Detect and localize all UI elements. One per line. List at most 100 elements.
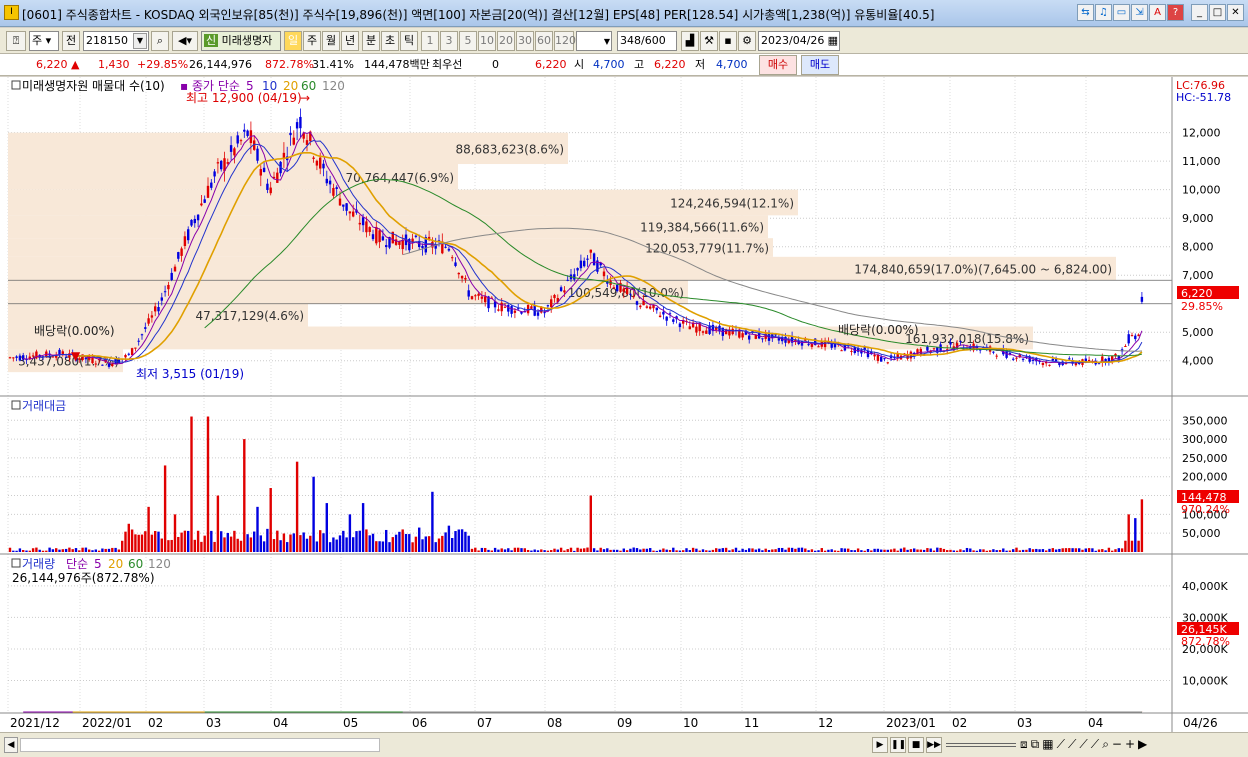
line-tool-3-icon[interactable]: ⟋ [1079, 737, 1087, 752]
chart-area[interactable]: 88,683,623(8.6%) 70,764,447(6.9%) 124,246,… [0, 77, 1248, 732]
market-select[interactable]: 주 ▾ [29, 31, 59, 51]
candle-body [167, 284, 170, 290]
magnifier-icon[interactable]: ⌕ [151, 31, 169, 51]
amount-bar [856, 548, 860, 552]
pane-menu-icon[interactable] [11, 558, 21, 568]
code-input[interactable]: 218150 ▼ [83, 31, 149, 51]
scroll-left-icon[interactable]: ◀ [4, 737, 18, 753]
date-input[interactable]: 2023/04/26 ▦ [758, 31, 840, 51]
price-2: 6,220 [535, 58, 567, 71]
interval-30[interactable]: 30 [516, 31, 534, 51]
amount-bar [1028, 548, 1031, 552]
prefix-button[interactable]: 전 [62, 31, 80, 51]
period-day[interactable]: 일 [284, 31, 302, 51]
amount-bar [734, 547, 738, 552]
scroll-thumb[interactable] [20, 738, 380, 752]
settings-icon[interactable]: ⚙ [738, 31, 756, 51]
interval-20[interactable]: 20 [497, 31, 515, 51]
window-icon[interactable]: ▭ [1113, 4, 1130, 21]
candle-body [625, 287, 629, 295]
scroll-right-icon[interactable]: ▶ [1138, 737, 1147, 752]
amount-bar [378, 541, 381, 552]
x-tick-label: 09 [617, 716, 632, 730]
font-icon[interactable]: A [1149, 4, 1166, 21]
grid-icon[interactable]: ▦ [1042, 737, 1053, 752]
interval-3[interactable]: 3 [440, 31, 458, 51]
app-icon: I [4, 5, 19, 20]
pane-menu-icon[interactable] [11, 400, 21, 410]
count-total: /600 [641, 34, 666, 47]
stock-chart[interactable]: 88,683,623(8.6%)70,764,447(6.9%)124,246,… [0, 77, 1248, 732]
stock-search-icon[interactable]: ⍰ [6, 31, 26, 51]
save-icon[interactable]: ▪ [719, 31, 737, 51]
fast-forward-icon[interactable]: ▶▶ [926, 737, 942, 753]
amount-bar [715, 548, 718, 552]
zoom-in-icon[interactable]: + [1125, 737, 1135, 752]
interval-120[interactable]: 120 [554, 31, 576, 51]
close-icon[interactable]: ✕ [1227, 4, 1244, 21]
candle-body [94, 363, 97, 365]
pane-menu-icon[interactable] [11, 80, 21, 90]
magnify-icon[interactable]: ⌕ [1102, 737, 1109, 752]
count-input: 348 [620, 34, 641, 47]
candle-type-icon[interactable]: ▟ [681, 31, 699, 51]
interval-1[interactable]: 1 [421, 31, 439, 51]
amount-bar [206, 416, 210, 552]
amount-bar [309, 535, 312, 552]
amount-bar [1031, 549, 1035, 552]
calendar-icon[interactable]: ▦ [828, 32, 838, 50]
amount-bar [889, 549, 893, 552]
scroll-bar[interactable]: ◀ ▶ ❚❚ ■ ▶▶ ⧈ ⧉ ▦ ⟋ ⟋ ⟋ ⟋ ⌕ − + ▶ [0, 732, 1248, 757]
interval-10[interactable]: 10 [478, 31, 496, 51]
period-week[interactable]: 주 [303, 31, 321, 51]
amount-bar [655, 550, 658, 552]
interval-spin-icon[interactable]: ▼ [604, 33, 610, 51]
open-label: 시 [574, 58, 585, 71]
candle-body [368, 227, 371, 233]
interval-custom-input[interactable]: ▼ [576, 31, 612, 51]
amount-bar [718, 548, 721, 552]
notes-icon[interactable]: ♫ [1095, 4, 1112, 21]
indicator-icon[interactable]: ⚒ [700, 31, 718, 51]
interval-60[interactable]: 60 [535, 31, 553, 51]
period-month[interactable]: 월 [322, 31, 340, 51]
interval-5[interactable]: 5 [459, 31, 477, 51]
pause-icon[interactable]: ❚❚ [890, 737, 906, 753]
count-field[interactable]: 348/600 [617, 31, 677, 51]
stock-name-value: 미래생명자 [221, 34, 273, 47]
help-icon[interactable]: ? [1167, 4, 1184, 21]
pin-icon[interactable]: ⇲ [1131, 4, 1148, 21]
amount-bar [899, 548, 903, 552]
line-tool-4-icon[interactable]: ⟋ [1091, 737, 1099, 752]
price-tick-label: 10,000 [1182, 184, 1221, 197]
amount-bar [929, 548, 932, 552]
speaker-icon[interactable]: ◀▾ [172, 31, 198, 51]
line-tool-icon[interactable]: ⟋ [1057, 737, 1065, 752]
minimize-icon[interactable]: _ [1191, 4, 1208, 21]
candle-body [705, 330, 708, 334]
amount-bar [919, 549, 922, 552]
buy-button[interactable]: 매수 [759, 55, 797, 75]
stock-name-field[interactable]: 신 미래생명자 [201, 31, 281, 51]
line-tool-2-icon[interactable]: ⟋ [1068, 737, 1076, 752]
zoom-box-icon[interactable]: ⧉ [1031, 737, 1040, 752]
maximize-icon[interactable]: □ [1209, 4, 1226, 21]
candle-body [266, 183, 269, 190]
period-year[interactable]: 년 [341, 31, 359, 51]
sell-button[interactable]: 매도 [801, 55, 839, 75]
amount-bar [97, 550, 101, 552]
amount-bar [167, 540, 170, 552]
speed-slider[interactable] [946, 743, 1016, 747]
stop-icon[interactable]: ■ [908, 737, 924, 753]
amount-bar [394, 534, 398, 552]
link-icon[interactable]: ⇆ [1077, 4, 1094, 21]
period-tick[interactable]: 틱 [400, 31, 418, 51]
amount-bar [781, 547, 784, 552]
zoom-out-icon[interactable]: − [1112, 737, 1122, 752]
period-minute[interactable]: 분 [362, 31, 380, 51]
code-dropdown-icon[interactable]: ▼ [133, 33, 147, 49]
zoom-fit-icon[interactable]: ⧈ [1020, 737, 1028, 752]
play-icon[interactable]: ▶ [872, 737, 888, 753]
period-second[interactable]: 초 [381, 31, 399, 51]
amount-bar [58, 549, 61, 552]
